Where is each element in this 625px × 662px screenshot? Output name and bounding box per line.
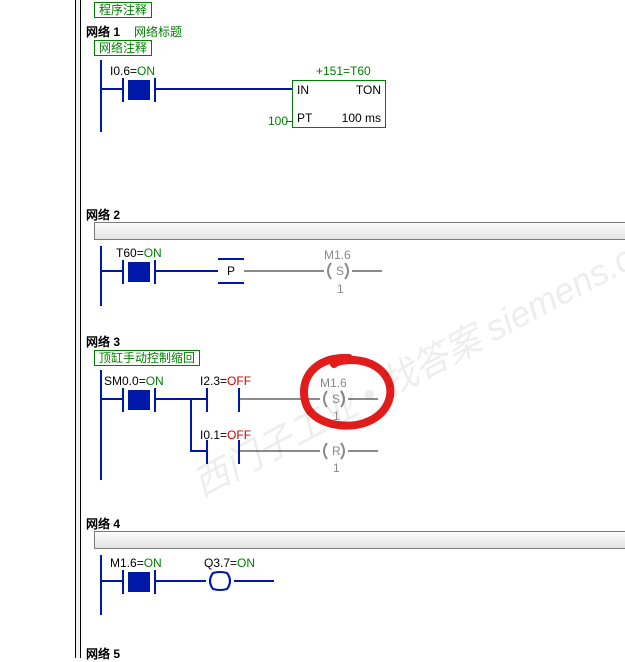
coil-op: S	[336, 264, 344, 278]
network-2-title: 网络 2	[86, 206, 120, 223]
contact-i2-3[interactable]	[206, 388, 240, 412]
network-5-title: 网络 5	[86, 645, 120, 662]
network-3-comment[interactable]: 顶缸手动控制缩回	[94, 350, 200, 366]
wire	[244, 270, 324, 272]
contact-i2-3-label: I2.3=OFF	[200, 374, 251, 388]
contact-i0-6[interactable]	[122, 78, 156, 102]
timer-block-t60[interactable]: IN TON PT 100 ms	[292, 80, 386, 128]
wire	[348, 398, 378, 400]
coil-s-addr: M1.6	[320, 376, 347, 390]
network-4-header[interactable]: 网络 4	[86, 514, 134, 532]
contact-t60[interactable]	[122, 260, 156, 284]
coil-q3-7[interactable]	[206, 571, 234, 591]
contact-sm0-0[interactable]	[122, 388, 156, 412]
network-3-title: 网络 3	[86, 333, 120, 350]
rail-n3	[100, 370, 102, 480]
coil-n-n2: 1	[337, 282, 344, 296]
pin-pt: PT	[297, 111, 312, 125]
ladder-editor: 程序注释 网络 1 网络标题 网络注释 I0.6=ON IN TON PT 10…	[0, 0, 625, 658]
wire	[234, 580, 274, 582]
wire	[100, 270, 122, 272]
wire	[100, 88, 122, 90]
timer-top-label: +151=T60	[316, 64, 371, 78]
network-4-bar	[94, 531, 625, 549]
network-1-subtitle: 网络标题	[134, 23, 182, 40]
pin-in: IN	[297, 83, 309, 97]
wire	[240, 398, 320, 400]
contact-i0-1-label: I0.1=OFF	[200, 428, 251, 442]
rail-n2	[100, 246, 102, 306]
wire	[240, 450, 320, 452]
wire	[156, 88, 292, 90]
wire	[100, 398, 122, 400]
coil-r-n: 1	[333, 461, 340, 475]
wire	[286, 121, 292, 122]
row-gutter	[75, 0, 81, 658]
wire	[348, 450, 378, 452]
wire	[156, 580, 206, 582]
coil-s-op: S	[332, 392, 340, 406]
network-1-title: 网络 1	[86, 23, 120, 40]
coil-r-op: R	[332, 444, 341, 458]
network-4-title: 网络 4	[86, 515, 120, 532]
network-2-bar	[94, 222, 625, 240]
coil-q3-7-label: Q3.7=ON	[204, 556, 255, 570]
network-2-header[interactable]: 网络 2	[86, 205, 134, 223]
contact-i0-6-label: I0.6=ON	[110, 64, 155, 78]
network-5-header[interactable]: 网络 5	[86, 644, 134, 662]
contact-m1-6-label: M1.6=ON	[110, 556, 162, 570]
coil-addr-n2: M1.6	[324, 248, 351, 262]
edge-p-box[interactable]: P	[218, 258, 244, 284]
rail-n1	[100, 60, 102, 132]
pin-type: TON	[356, 83, 381, 97]
contact-i0-1[interactable]	[206, 440, 240, 464]
coil-s-n: 1	[333, 409, 340, 423]
network-1-comment[interactable]: 网络注释	[94, 40, 152, 56]
contact-t60-label: T60=ON	[116, 246, 162, 260]
wire	[100, 580, 122, 582]
wire	[156, 270, 218, 272]
wire	[352, 270, 382, 272]
wire	[156, 398, 206, 400]
contact-m1-6[interactable]	[122, 570, 156, 594]
branch	[190, 398, 192, 452]
network-1-header[interactable]: 网络 1 网络标题	[86, 22, 182, 40]
pin-pt-val: 100 ms	[342, 111, 381, 125]
rail-n4	[100, 555, 102, 615]
wire	[190, 450, 206, 452]
network-3-header[interactable]: 网络 3	[86, 332, 134, 350]
contact-sm0-0-label: SM0.0=ON	[104, 374, 164, 388]
program-comment[interactable]: 程序注释	[94, 2, 152, 18]
